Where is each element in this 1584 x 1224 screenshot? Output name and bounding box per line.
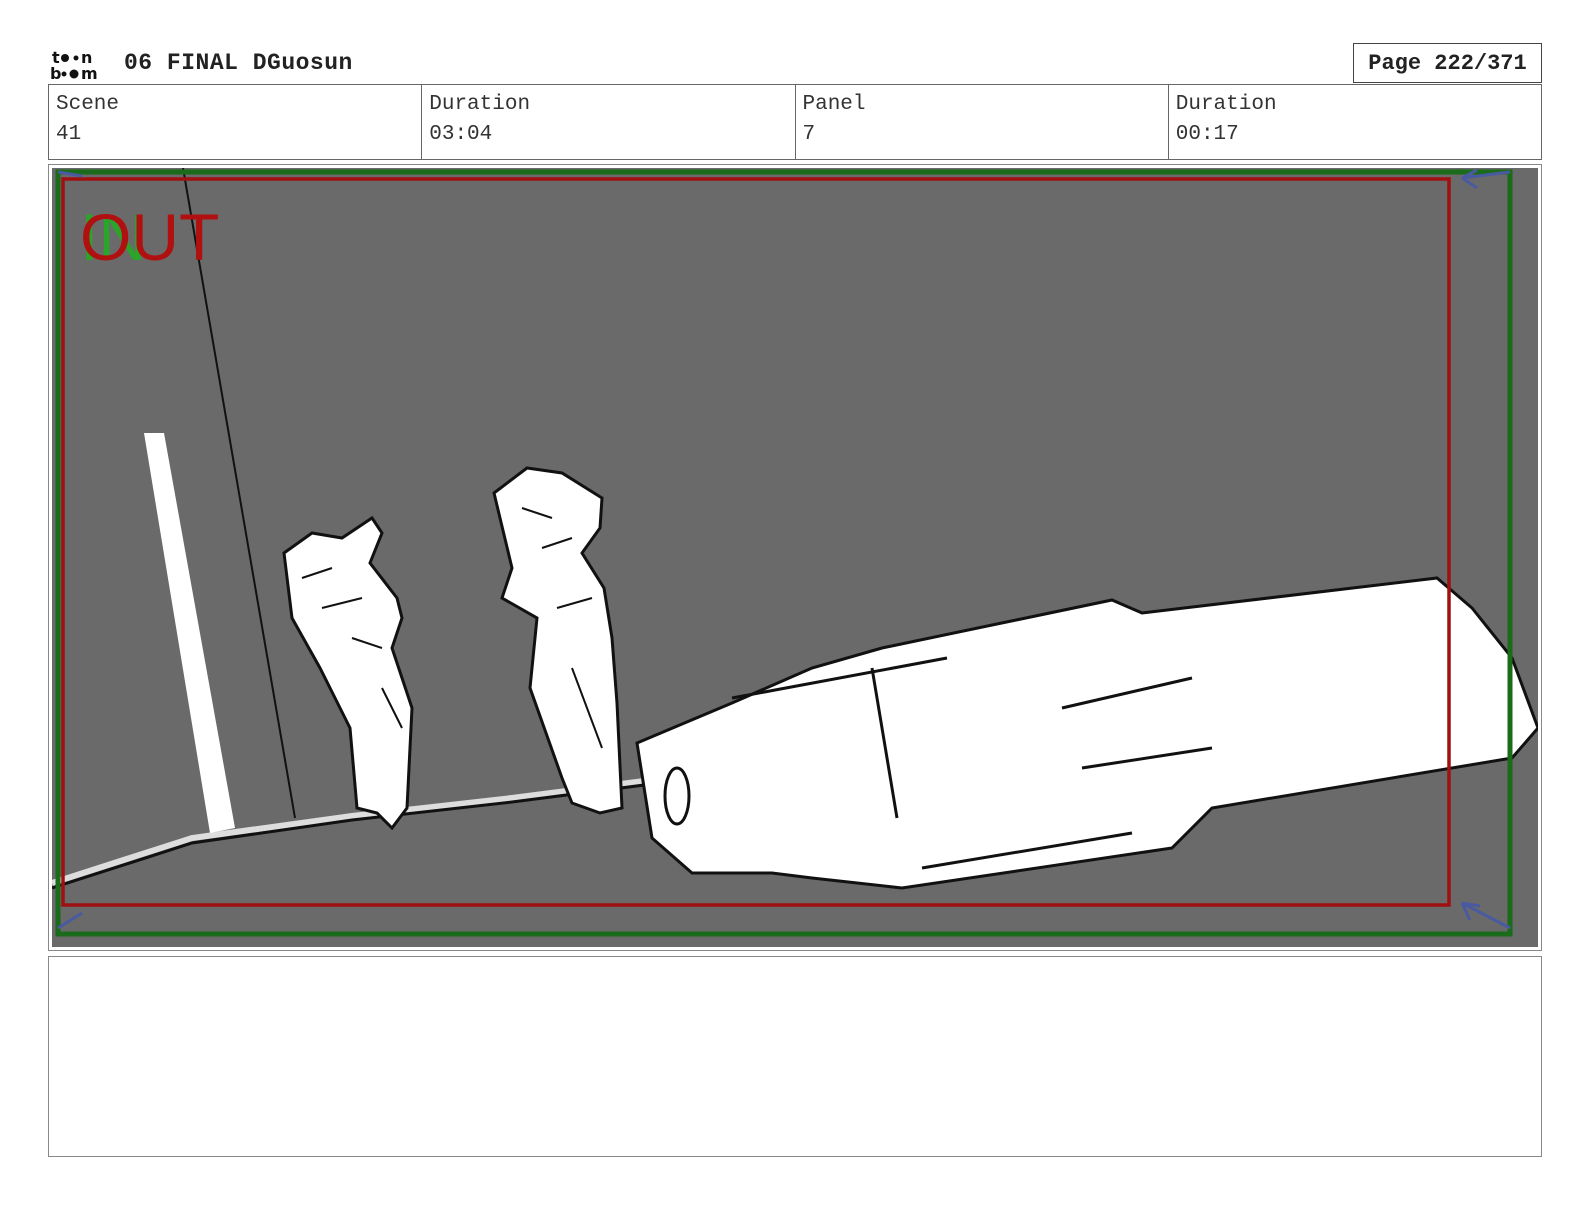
- scene-label: Scene: [56, 93, 120, 116]
- scene-duration-cell: Duration 03:04: [422, 85, 796, 159]
- panel-value: 7: [802, 123, 816, 146]
- toon-boom-logo: t n b m: [50, 48, 98, 82]
- panel-duration-label: Duration: [1175, 93, 1277, 116]
- panel-duration-cell: Duration 00:17: [1169, 85, 1541, 159]
- scene-duration-label: Duration: [429, 93, 531, 116]
- document-title: 06 FINAL DGuosun: [124, 50, 353, 76]
- panel-cell: Panel 7: [796, 85, 1169, 159]
- panel-duration-value: 00:17: [1175, 123, 1239, 146]
- logo-text-bottom: b: [50, 64, 61, 82]
- notes-text: [49, 957, 1541, 977]
- scene-duration-value: 03:04: [429, 123, 493, 146]
- scene-value: 41: [56, 123, 82, 146]
- scene-info-table: Scene 41 Duration 03:04 Panel 7 Duration…: [48, 84, 1542, 160]
- storyboard-drawing: IN OUT: [52, 168, 1538, 947]
- overlay-out-text: OUT: [80, 200, 219, 274]
- scene-cell: Scene 41: [49, 85, 423, 159]
- svg-text:m: m: [81, 64, 98, 82]
- panel-label: Panel: [802, 93, 866, 116]
- notes-box[interactable]: [48, 956, 1542, 1157]
- page-indicator: Page 222/371: [1353, 43, 1542, 83]
